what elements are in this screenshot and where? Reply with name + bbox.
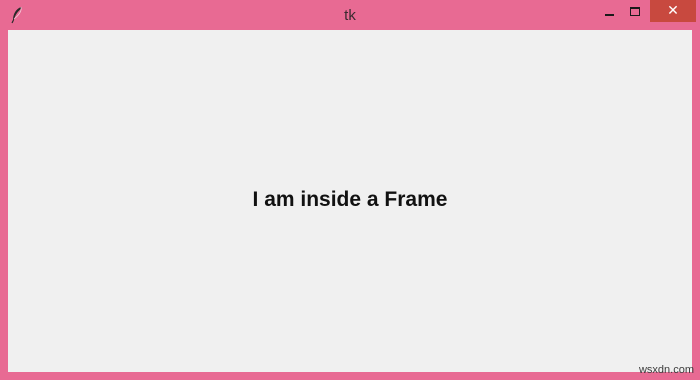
title-bar[interactable]: tk ✕ xyxy=(0,0,700,30)
window-title: tk xyxy=(344,7,356,24)
frame: I am inside a Frame xyxy=(8,30,692,372)
tk-window: tk ✕ I am inside a Frame wsxdn.com xyxy=(0,0,700,380)
watermark: wsxdn.com xyxy=(638,364,694,376)
close-button[interactable]: ✕ xyxy=(650,0,696,22)
maximize-icon xyxy=(630,6,640,16)
minimize-icon xyxy=(604,14,614,16)
frame-label: I am inside a Frame xyxy=(252,188,448,211)
maximize-button[interactable] xyxy=(622,0,648,22)
close-icon: ✕ xyxy=(667,3,679,19)
minimize-button[interactable] xyxy=(596,0,622,22)
